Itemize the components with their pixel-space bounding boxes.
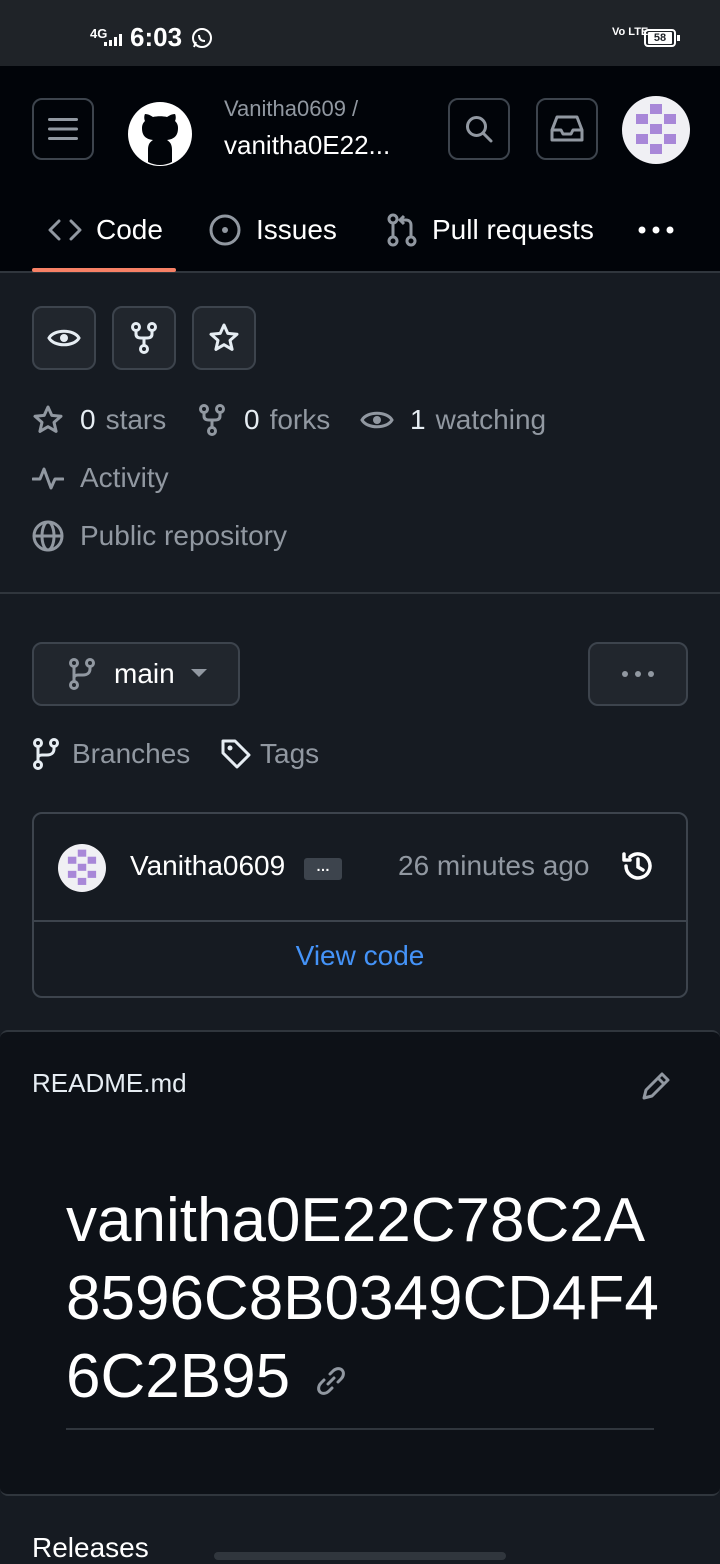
tab-issues-label: Issues	[256, 214, 337, 245]
inbox-icon	[550, 115, 584, 142]
tags-link[interactable]: Tags	[220, 738, 319, 770]
branch-icon	[33, 738, 59, 770]
readme-panel: README.md vanitha0E22C78C2A8596C8B0349CD…	[0, 1030, 720, 1496]
pencil-icon[interactable]	[640, 1070, 672, 1102]
tabs-overflow-button[interactable]	[638, 190, 688, 270]
activity-label: Activity	[80, 462, 169, 493]
github-logo-icon[interactable]	[128, 102, 192, 166]
releases-loading-bar	[214, 1552, 506, 1560]
battery-icon: 58	[644, 29, 680, 47]
branches-label: Branches	[72, 738, 191, 769]
watch-button[interactable]	[32, 306, 96, 370]
section-divider	[0, 592, 720, 594]
search-icon	[466, 116, 493, 143]
code-icon	[48, 219, 82, 241]
repo-owner[interactable]: Vanitha0609 /	[224, 96, 358, 122]
history-icon[interactable]	[620, 848, 656, 884]
clock: 6:03	[130, 22, 183, 52]
star-button[interactable]	[192, 306, 256, 370]
forks-count: 0	[244, 404, 260, 435]
signal-icon	[104, 34, 122, 46]
kebab-horizontal-icon	[622, 671, 654, 677]
menu-button[interactable]	[32, 98, 94, 160]
tags-label: Tags	[260, 738, 320, 769]
more-options-button[interactable]	[588, 642, 688, 706]
link-icon[interactable]	[315, 1365, 347, 1397]
forks-label: forks	[269, 404, 331, 435]
active-tab-indicator	[32, 268, 176, 272]
readme-filename: README.md	[32, 1068, 187, 1098]
kebab-horizontal-icon	[638, 226, 674, 234]
volte-indicator: Vo LTE	[612, 26, 649, 38]
activity-link[interactable]: Activity	[32, 462, 169, 494]
hamburger-icon	[48, 118, 78, 140]
stars-label: stars	[105, 404, 167, 435]
tab-code[interactable]: Code	[48, 190, 163, 270]
readme-heading-text: vanitha0E22C78C2A8596C8B0349CD4F46C2B95	[66, 1186, 659, 1411]
repo-tabs: Code Issues Pull requests	[0, 190, 720, 272]
commit-card-divider	[34, 920, 686, 922]
tab-issues[interactable]: Issues	[208, 190, 337, 270]
latest-commit-card: Vanitha0609 … 26 minutes ago View code	[32, 812, 688, 998]
readme-heading: vanitha0E22C78C2A8596C8B0349CD4F46C2B95	[66, 1182, 666, 1416]
battery-level: 58	[648, 32, 672, 44]
commit-author[interactable]: Vanitha0609	[130, 850, 285, 882]
issue-icon	[209, 214, 241, 246]
commit-author-avatar[interactable]	[58, 844, 106, 892]
branch-icon	[69, 658, 95, 690]
eye-icon	[47, 329, 81, 347]
pull-request-icon	[387, 213, 417, 247]
commit-message-expand[interactable]: …	[304, 858, 342, 880]
identicon-icon	[636, 104, 676, 154]
stars-stat[interactable]: 0 stars	[32, 404, 166, 436]
star-icon	[209, 323, 239, 351]
readme-heading-rule	[66, 1428, 654, 1430]
whatsapp-icon	[192, 28, 212, 48]
user-avatar[interactable]	[622, 96, 690, 164]
fork-icon	[199, 404, 225, 436]
stars-count: 0	[80, 404, 96, 435]
forks-stat[interactable]: 0 forks	[198, 404, 330, 436]
eye-icon	[360, 411, 394, 429]
tab-code-label: Code	[96, 214, 163, 245]
visibility-info: Public repository	[32, 520, 287, 552]
visibility-label: Public repository	[80, 520, 287, 551]
tab-pull-requests-label: Pull requests	[432, 214, 594, 245]
repo-name[interactable]: vanitha0E22...	[224, 130, 390, 161]
fork-icon	[131, 322, 157, 354]
fork-button[interactable]	[112, 306, 176, 370]
search-button[interactable]	[448, 98, 510, 160]
pulse-icon	[32, 467, 64, 490]
watching-label: watching	[435, 404, 547, 435]
tab-pull-requests[interactable]: Pull requests	[386, 190, 594, 270]
identicon-icon	[67, 849, 97, 885]
commit-time: 26 minutes ago	[398, 850, 590, 881]
star-icon	[33, 405, 63, 433]
releases-heading: Releases	[32, 1532, 149, 1563]
branches-link[interactable]: Branches	[32, 738, 190, 770]
branch-selector[interactable]: main	[32, 642, 240, 706]
tag-icon	[221, 739, 251, 769]
inbox-button[interactable]	[536, 98, 598, 160]
watching-stat[interactable]: 1 watching	[360, 404, 546, 436]
globe-icon	[32, 520, 64, 552]
watching-count: 1	[410, 404, 426, 435]
status-bar: 4G 6:03 Vo LTE 58	[0, 0, 720, 66]
caret-down-icon	[190, 669, 207, 677]
view-code-link[interactable]: View code	[34, 940, 686, 972]
branch-name: main	[114, 658, 175, 689]
